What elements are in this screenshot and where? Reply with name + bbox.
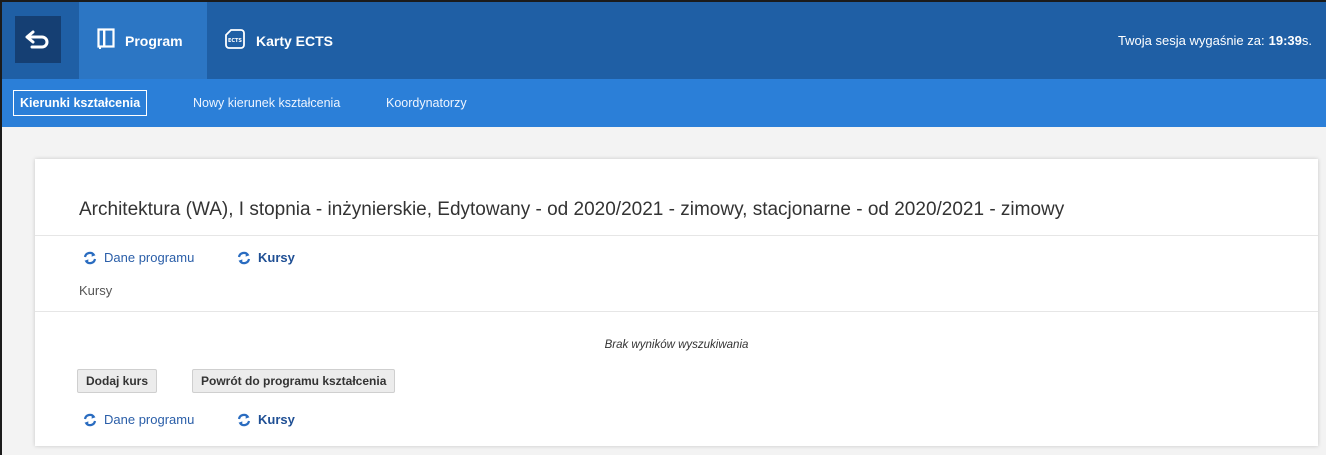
subnav-item-koordynatorzy[interactable]: Koordynatorzy [386, 91, 467, 115]
tab-karty-ects[interactable]: ECTS Karty ECTS [224, 2, 364, 79]
dane-programu-link-bottom[interactable]: Dane programu [83, 412, 194, 427]
divider [35, 311, 1318, 312]
kursy-link[interactable]: Kursy [237, 250, 295, 265]
tab-program[interactable]: Program [79, 2, 207, 79]
dane-programu-label: Dane programu [104, 250, 195, 265]
ects-card-icon: ECTS [224, 28, 246, 53]
dane-programu-link[interactable]: Dane programu [83, 250, 194, 265]
tab-program-label: Program [125, 32, 183, 49]
sub-navigation-bar: Kierunki kształcenia Nowy kierunek kszta… [2, 79, 1326, 127]
session-timer: Twoja sesja wygaśnie za: 19:39 s. [1118, 2, 1312, 79]
dane-programu-label: Dane programu [104, 412, 195, 427]
subnav-item-nowy-kierunek[interactable]: Nowy kierunek kształcenia [193, 91, 340, 115]
refresh-icon [237, 413, 251, 427]
divider [35, 235, 1318, 236]
session-time: 19:39 [1268, 33, 1302, 48]
section-heading: Kursy [79, 283, 113, 298]
subnav-item-kierunki-ksztalcenia[interactable]: Kierunki kształcenia [13, 90, 148, 116]
svg-text:ECTS: ECTS [228, 38, 242, 44]
session-suffix: s. [1301, 33, 1312, 48]
back-to-program-button[interactable]: Powrót do programu kształcenia [192, 369, 396, 393]
refresh-icon [83, 251, 97, 265]
refresh-icon [83, 413, 97, 427]
kursy-link-bottom[interactable]: Kursy [237, 412, 295, 427]
refresh-icon [237, 251, 251, 265]
empty-results-message: Brak wyników wyszukiwania [604, 339, 749, 351]
back-arrow-icon [25, 30, 49, 48]
back-button[interactable] [15, 16, 61, 63]
add-course-button[interactable]: Dodaj kurs [77, 369, 158, 393]
session-label: Twoja sesja wygaśnie za: [1117, 33, 1265, 48]
page-title: Architektura (WA), I stopnia - inżyniers… [79, 199, 1065, 220]
tab-karty-ects-label: Karty ECTS [256, 32, 334, 49]
book-icon [97, 28, 115, 53]
top-navigation-bar: Program ECTS Karty ECTS Twoja sesja wyga… [2, 2, 1326, 79]
program-card: Architektura (WA), I stopnia - inżyniers… [35, 159, 1318, 446]
kursy-label: Kursy [258, 250, 295, 265]
kursy-label: Kursy [258, 412, 295, 427]
